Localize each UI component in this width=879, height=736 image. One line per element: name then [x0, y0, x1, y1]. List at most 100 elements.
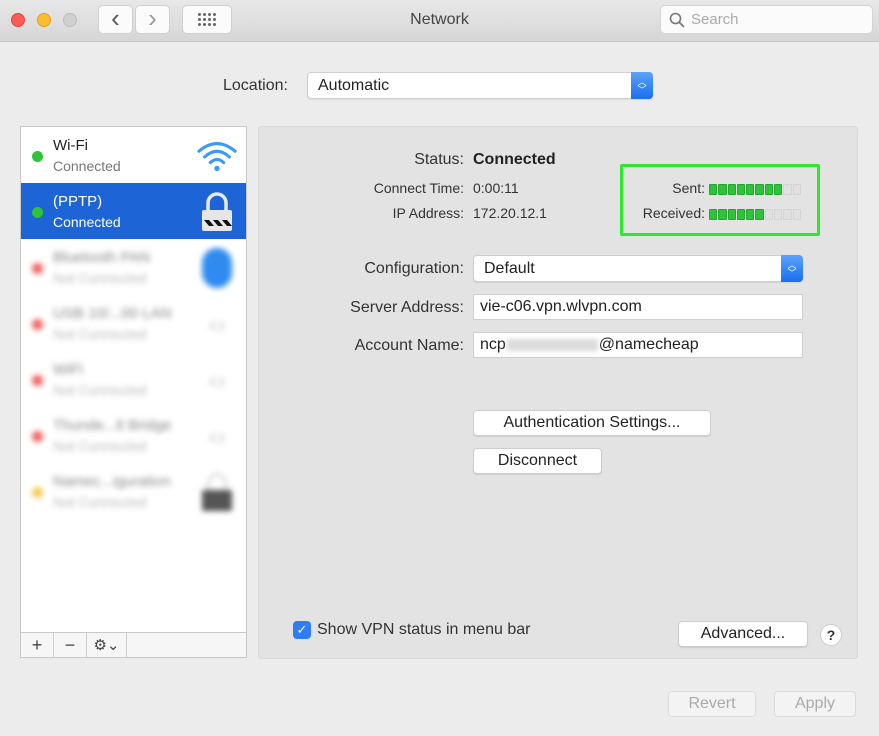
account-name-suffix: @namecheap	[598, 336, 699, 353]
ethernet-icon: ‹›	[208, 364, 226, 395]
configuration-label: Configuration:	[364, 260, 464, 277]
received-label: Received:	[642, 205, 705, 221]
status-label: Status:	[414, 151, 464, 168]
received-row: Received:	[623, 204, 817, 224]
status-dot	[32, 375, 43, 386]
show-vpn-status-label: Show VPN status in menu bar	[317, 621, 531, 638]
meter-segment	[746, 209, 755, 220]
ip-address-value: 172.20.12.1	[473, 205, 547, 221]
status-dot	[32, 431, 43, 442]
service-name: Thunde...lt Bridge	[53, 417, 172, 434]
location-label: Location:	[223, 77, 288, 94]
status-dot	[32, 319, 43, 330]
action-menu-button[interactable]: ⚙⌄	[87, 633, 127, 657]
service-list: Wi-Fi Connected (PPTP) Connected Bluetoo…	[20, 126, 247, 634]
account-name-field[interactable]: ncp @namecheap	[473, 332, 803, 358]
received-meter	[709, 209, 801, 220]
service-status: Connected	[53, 214, 121, 230]
help-button[interactable]: ?	[820, 624, 842, 646]
meter-segment	[783, 209, 792, 220]
bluetooth-icon	[196, 248, 238, 288]
service-wifi[interactable]: Wi-Fi Connected	[21, 127, 246, 183]
meter-segment	[736, 209, 746, 220]
search-input[interactable]	[691, 11, 861, 28]
service-name: WiFi	[53, 361, 83, 378]
service-namecheap-config[interactable]: Namec...iguration Not Connected	[21, 463, 246, 519]
service-list-toolbar: + − ⚙⌄	[20, 632, 247, 658]
connect-time-label: Connect Time:	[373, 180, 464, 196]
checkmark-icon: ✓	[296, 622, 308, 637]
service-status: Not Connected	[53, 438, 147, 454]
meter-segment	[755, 184, 764, 195]
wifi-icon	[196, 136, 238, 176]
meter-segment	[774, 184, 783, 195]
title-bar: ‹ › Network	[0, 0, 879, 42]
meter-segment	[727, 209, 736, 220]
status-dot	[32, 263, 43, 274]
server-address-value: vie-c06.vpn.wlvpn.com	[480, 298, 642, 315]
gear-icon: ⚙⌄	[93, 637, 120, 654]
configuration-popup[interactable]: Default ︿ ﹀	[473, 255, 803, 282]
lock-icon	[196, 472, 238, 512]
service-wifi-2[interactable]: WiFi Not Connected ‹›	[21, 351, 246, 407]
service-name: Namec...iguration	[53, 473, 171, 490]
server-address-field[interactable]: vie-c06.vpn.wlvpn.com	[473, 294, 803, 320]
sent-meter	[709, 184, 801, 195]
service-usb-lan[interactable]: USB 10/...00 LAN Not Connected ‹›	[21, 295, 246, 351]
account-name-label: Account Name:	[354, 337, 464, 354]
service-status: Connected	[53, 158, 121, 174]
minus-icon: −	[64, 634, 76, 655]
service-thunderbolt-bridge[interactable]: Thunde...lt Bridge Not Connected ‹›	[21, 407, 246, 463]
plus-icon: +	[31, 634, 43, 655]
server-address-label: Server Address:	[350, 299, 464, 316]
service-name: (PPTP)	[53, 193, 103, 210]
status-dot	[32, 487, 43, 498]
service-bluetooth-pan[interactable]: Bluetooth PAN Not Connected	[21, 239, 246, 295]
status-dot	[32, 207, 43, 218]
ip-address-label: IP Address:	[392, 205, 464, 221]
add-service-button[interactable]: +	[21, 633, 54, 657]
meter-segment	[709, 209, 718, 220]
meter-segment	[764, 184, 774, 195]
authentication-settings-button[interactable]: Authentication Settings...	[473, 410, 711, 436]
location-popup[interactable]: Automatic ︿ ﹀	[307, 72, 653, 99]
redacted-text	[506, 339, 598, 351]
disconnect-button[interactable]: Disconnect	[473, 448, 602, 474]
meter-segment	[727, 184, 736, 195]
ethernet-icon: ‹›	[208, 308, 226, 339]
service-name: Bluetooth PAN	[53, 249, 151, 266]
show-vpn-status-checkbox[interactable]: ✓	[293, 621, 311, 639]
meter-segment	[764, 209, 774, 220]
service-pptp[interactable]: (PPTP) Connected	[21, 183, 246, 239]
meter-segment	[718, 184, 727, 195]
status-dot	[32, 151, 43, 162]
ethernet-icon: ‹›	[208, 420, 226, 451]
revert-button[interactable]: Revert	[668, 691, 756, 717]
meter-segment	[792, 184, 801, 195]
sent-row: Sent:	[623, 179, 817, 199]
service-status: Not Connected	[53, 382, 147, 398]
remove-service-button[interactable]: −	[54, 633, 87, 657]
search-field[interactable]	[660, 5, 873, 34]
status-value: Connected	[473, 151, 556, 168]
apply-button[interactable]: Apply	[774, 691, 856, 717]
search-icon	[669, 12, 685, 27]
service-name: USB 10/...00 LAN	[53, 305, 172, 322]
sent-label: Sent:	[672, 180, 705, 196]
meter-segment	[755, 209, 764, 220]
account-name-prefix: ncp	[480, 336, 506, 353]
question-mark-icon: ?	[826, 627, 836, 643]
meter-segment	[774, 209, 783, 220]
meter-segment	[746, 184, 755, 195]
meter-segment	[736, 184, 746, 195]
traffic-highlight: Sent: Received:	[620, 164, 820, 236]
up-down-chevron-icon: ︿ ﹀	[631, 72, 653, 99]
service-status: Not Connected	[53, 270, 147, 286]
location-value: Automatic	[318, 76, 390, 94]
meter-segment	[792, 209, 801, 220]
meter-segment	[718, 209, 727, 220]
show-vpn-status-row[interactable]: ✓ Show VPN status in menu bar	[293, 621, 530, 639]
meter-segment	[783, 184, 792, 195]
up-down-chevron-icon: ︿ ﹀	[781, 255, 803, 282]
advanced-button[interactable]: Advanced...	[678, 621, 808, 647]
